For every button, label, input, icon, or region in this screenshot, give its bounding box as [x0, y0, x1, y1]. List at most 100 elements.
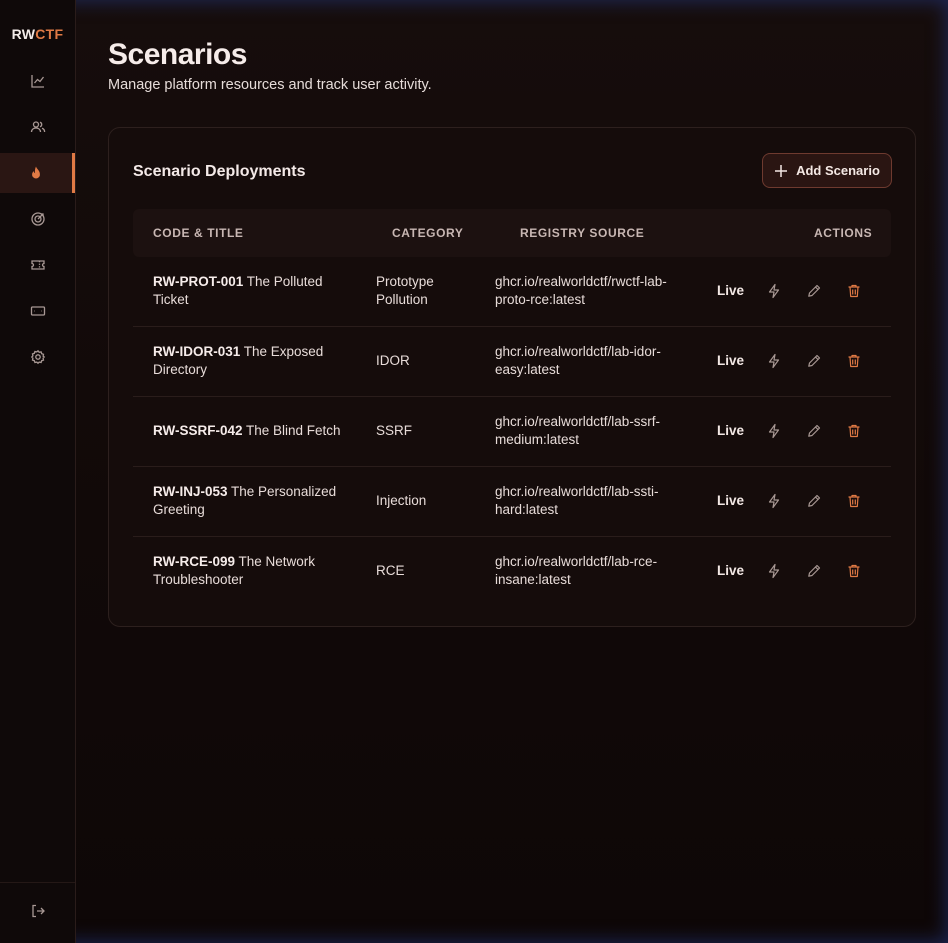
sidebar-item-tickets[interactable] — [0, 245, 75, 285]
registry-text: ghcr.io/realworldctf/lab-idor- — [495, 344, 661, 359]
scenario-title: The Polluted — [246, 274, 323, 289]
lightning-icon — [768, 493, 780, 509]
category-text: RCE — [376, 563, 405, 578]
cell-registry: ghcr.io/realworldctf/rwctf-lab-proto-rce… — [495, 273, 705, 309]
trash-icon — [848, 564, 860, 578]
registry-text-cont: medium:latest — [495, 432, 580, 447]
deploy-button[interactable] — [766, 423, 784, 441]
status-badge: Live — [717, 423, 745, 438]
card-icon — [30, 306, 45, 316]
cell-code-title: RW-SSRF-042 The Blind Fetch — [153, 422, 358, 440]
delete-button[interactable] — [846, 563, 864, 581]
scenario-title: The Personalized — [231, 484, 337, 499]
scenario-deployments-card: Scenario Deployments Add Scenario CODE &… — [108, 127, 916, 627]
lightning-icon — [768, 563, 780, 579]
edit-button[interactable] — [806, 563, 824, 581]
registry-text: ghcr.io/realworldctf/lab-rce- — [495, 554, 658, 569]
scenario-title-cont: Troubleshooter — [153, 572, 244, 587]
sidebar-item-analytics[interactable] — [0, 61, 75, 101]
cell-code-title: RW-RCE-099 The Network Troubleshooter — [153, 553, 358, 589]
delete-button[interactable] — [846, 283, 864, 301]
registry-text: ghcr.io/realworldctf/lab-ssti- — [495, 484, 659, 499]
header-category: CATEGORY — [392, 226, 464, 240]
scenario-code: RW-INJ-053 — [153, 484, 228, 499]
trash-icon — [848, 284, 860, 298]
delete-button[interactable] — [846, 353, 864, 371]
scenario-title: The Blind Fetch — [246, 423, 341, 438]
scenario-title: The Exposed — [243, 344, 324, 359]
delete-button[interactable] — [846, 423, 864, 441]
logout-button[interactable] — [0, 900, 75, 922]
ticket-icon — [30, 260, 45, 270]
pencil-icon — [808, 354, 821, 367]
registry-text: ghcr.io/realworldctf/rwctf-lab- — [495, 274, 667, 289]
gear-icon — [30, 349, 45, 365]
deploy-button[interactable] — [766, 283, 784, 301]
trash-icon — [848, 424, 860, 438]
flame-icon — [32, 166, 40, 179]
users-icon — [30, 121, 45, 133]
sidebar-divider — [0, 882, 75, 883]
cell-category: RCE — [376, 562, 486, 580]
scenario-title-cont: Ticket — [153, 292, 189, 307]
table-row: RW-RCE-099 The Network Troubleshooter RCE g… — [133, 537, 891, 606]
delete-button[interactable] — [846, 493, 864, 511]
category-text: Injection — [376, 493, 427, 508]
scenario-code: RW-RCE-099 — [153, 554, 235, 569]
brand-logo-ctf: CTF — [35, 26, 64, 42]
lightning-icon — [768, 423, 780, 439]
category-text: Prototype — [376, 274, 434, 289]
status-badge: Live — [717, 493, 745, 508]
add-scenario-button[interactable]: Add Scenario — [762, 153, 892, 188]
lightning-icon — [768, 353, 780, 369]
sidebar-item-scenarios[interactable] — [0, 153, 75, 193]
pencil-icon — [808, 564, 821, 577]
cell-category: IDOR — [376, 352, 486, 370]
deploy-button[interactable] — [766, 493, 784, 511]
table-row: RW-PROT-001 The Polluted Ticket Prototype P… — [133, 257, 891, 327]
registry-text-cont: insane:latest — [495, 572, 571, 587]
deploy-button[interactable] — [766, 563, 784, 581]
status-badge: Live — [717, 353, 745, 368]
pencil-icon — [808, 424, 821, 437]
pencil-icon — [808, 284, 821, 297]
cell-registry: ghcr.io/realworldctf/lab-idor-easy:lates… — [495, 343, 705, 379]
sidebar-item-billing[interactable] — [0, 291, 75, 331]
page-subtitle: Manage platform resources and track user… — [108, 77, 432, 93]
sidebar-item-users[interactable] — [0, 107, 75, 147]
cell-code-title: RW-IDOR-031 The Exposed Directory — [153, 343, 358, 379]
target-icon — [30, 212, 45, 226]
header-code-title: CODE & TITLE — [153, 226, 244, 240]
edit-button[interactable] — [806, 493, 824, 511]
status-badge: Live — [717, 563, 745, 578]
sidebar-item-settings[interactable] — [0, 337, 75, 377]
cell-code-title: RW-INJ-053 The Personalized Greeting — [153, 483, 358, 519]
scenarios-table: CODE & TITLE CATEGORY REGISTRY SOURCE AC… — [133, 209, 891, 606]
header-actions: ACTIONS — [814, 226, 873, 240]
sidebar-item-targets[interactable] — [0, 199, 75, 239]
header-registry: REGISTRY SOURCE — [520, 226, 645, 240]
brand-logo[interactable]: RWCTF — [0, 26, 75, 42]
edit-button[interactable] — [806, 423, 824, 441]
add-scenario-label: Add Scenario — [796, 163, 880, 178]
page-title: Scenarios — [108, 38, 247, 71]
edit-button[interactable] — [806, 353, 824, 371]
lightning-icon — [768, 283, 780, 299]
table-body: RW-PROT-001 The Polluted Ticket Prototype P… — [133, 257, 891, 606]
plus-icon — [775, 164, 788, 177]
logout-icon — [31, 904, 45, 918]
deploy-button[interactable] — [766, 353, 784, 371]
category-text-cont: Pollution — [376, 292, 428, 307]
cell-category: Injection — [376, 492, 486, 510]
cell-registry: ghcr.io/realworldctf/lab-ssrf-medium:lat… — [495, 413, 705, 449]
cell-category: SSRF — [376, 422, 486, 440]
cell-category: Prototype Pollution — [376, 273, 486, 309]
category-text: SSRF — [376, 423, 413, 438]
edit-button[interactable] — [806, 283, 824, 301]
registry-text-cont: proto-rce:latest — [495, 292, 586, 307]
scenario-code: RW-IDOR-031 — [153, 344, 241, 359]
cell-registry: ghcr.io/realworldctf/lab-ssti-hard:lates… — [495, 483, 705, 519]
trash-icon — [848, 494, 860, 508]
scenario-title-cont: Directory — [153, 362, 208, 377]
cell-code-title: RW-PROT-001 The Polluted Ticket — [153, 273, 358, 309]
